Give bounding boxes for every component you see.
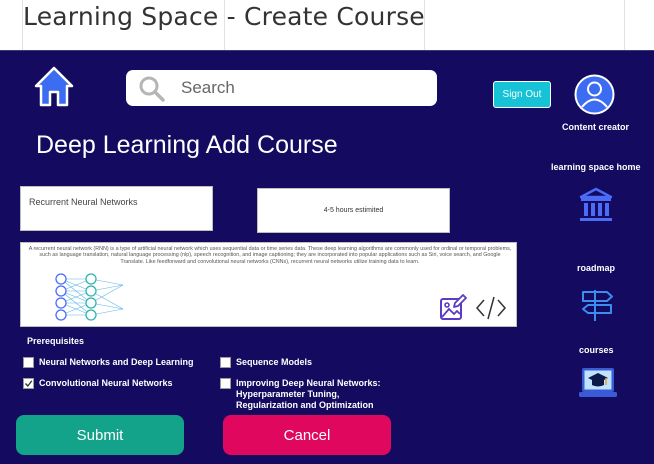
roadmap-label: roadmap — [577, 263, 616, 273]
description-field[interactable]: A recurrent neural network (RNN) is a ty… — [20, 242, 517, 327]
sign-out-button[interactable]: Sign Out — [493, 81, 551, 108]
prerequisite-checkbox[interactable]: Improving Deep Neural Networks: Hyperpar… — [220, 378, 400, 411]
search-bar[interactable] — [126, 70, 437, 106]
graduation-laptop-icon — [579, 368, 617, 397]
search-icon — [139, 76, 165, 102]
prerequisite-checkbox[interactable]: Convolutional Neural Networks — [23, 378, 173, 389]
learning-space-home-button[interactable] — [579, 187, 613, 228]
profile-avatar[interactable] — [574, 74, 615, 115]
prerequisites-title: Prerequisites — [27, 336, 85, 346]
neural-network-image — [55, 273, 124, 321]
institution-icon — [579, 187, 613, 221]
courses-button[interactable] — [579, 366, 617, 405]
submit-button[interactable]: Submit — [16, 415, 184, 455]
courses-label: courses — [579, 345, 614, 355]
roadmap-button[interactable] — [580, 288, 614, 327]
prerequisite-label: Convolutional Neural Networks — [39, 378, 173, 388]
page-title: Deep Learning Add Course — [36, 131, 338, 159]
course-name-field[interactable]: Recurrent Neural Networks — [20, 186, 213, 231]
home-button[interactable] — [34, 65, 74, 107]
add-image-icon[interactable] — [439, 293, 467, 321]
duration-field[interactable]: 4-5 hours estimited — [257, 188, 450, 233]
checkbox-box[interactable] — [23, 378, 34, 389]
home-icon — [34, 66, 74, 107]
checkmark-icon — [25, 380, 33, 388]
profile-label: Content creator — [562, 122, 630, 132]
signpost-icon — [582, 290, 613, 321]
code-icon[interactable] — [475, 295, 507, 321]
prerequisite-checkbox[interactable]: Neural Networks and Deep Learning — [23, 357, 194, 368]
prerequisite-label: Improving Deep Neural Networks: Hyperpar… — [236, 378, 381, 410]
search-input[interactable] — [181, 78, 421, 98]
learning-space-home-label: learning space home — [551, 162, 641, 172]
checkbox-box[interactable] — [220, 357, 231, 368]
window-title: Learning Space - Create Course — [23, 2, 425, 31]
grid-line — [624, 0, 625, 50]
prerequisite-label: Sequence Models — [236, 357, 313, 367]
app-panel: Sign Out Content creator learning space … — [0, 50, 654, 464]
description-text: A recurrent neural network (RNN) is a ty… — [28, 246, 512, 265]
cancel-button[interactable]: Cancel — [223, 415, 391, 455]
checkbox-box[interactable] — [220, 378, 231, 389]
user-icon — [574, 74, 615, 115]
window-titlebar: Learning Space - Create Course — [0, 0, 654, 50]
prerequisite-checkbox[interactable]: Sequence Models — [220, 357, 312, 368]
checkbox-box[interactable] — [23, 357, 34, 368]
prerequisite-label: Neural Networks and Deep Learning — [39, 357, 194, 367]
